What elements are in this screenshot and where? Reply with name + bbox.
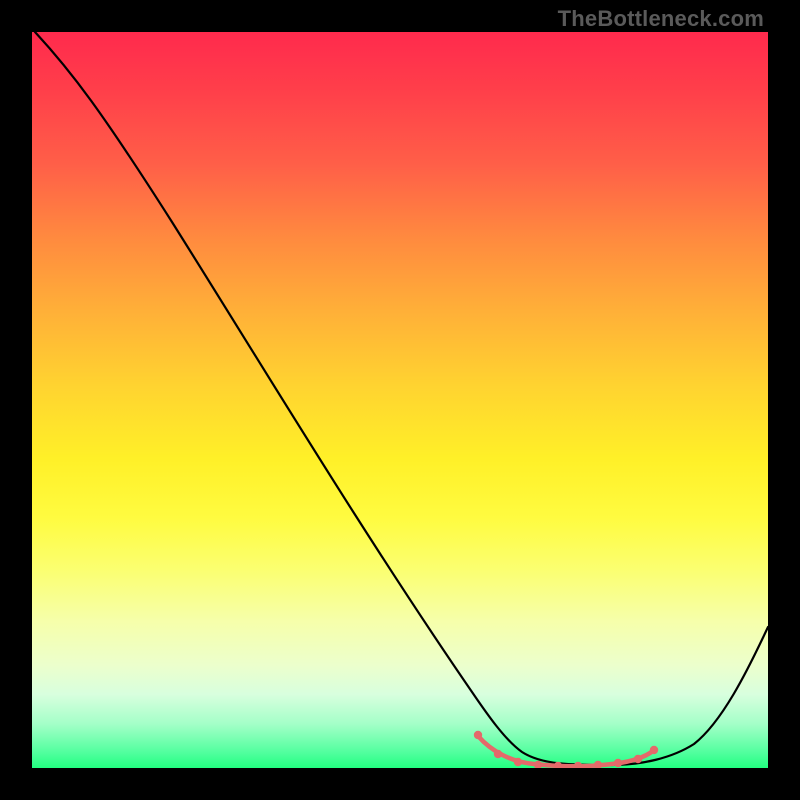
optimal-dot xyxy=(574,762,582,768)
optimal-dot xyxy=(514,758,522,766)
bottleneck-curve xyxy=(35,32,768,765)
chart-svg xyxy=(32,32,768,768)
optimal-zone-band xyxy=(478,736,654,766)
optimal-dot xyxy=(650,746,658,754)
plot-area xyxy=(32,32,768,768)
watermark-text: TheBottleneck.com xyxy=(558,6,764,32)
optimal-dot xyxy=(474,731,482,739)
optimal-dot xyxy=(594,761,602,768)
optimal-dot xyxy=(494,750,502,758)
optimal-dot xyxy=(614,759,622,767)
chart-canvas: TheBottleneck.com xyxy=(0,0,800,800)
optimal-dot xyxy=(634,755,642,763)
